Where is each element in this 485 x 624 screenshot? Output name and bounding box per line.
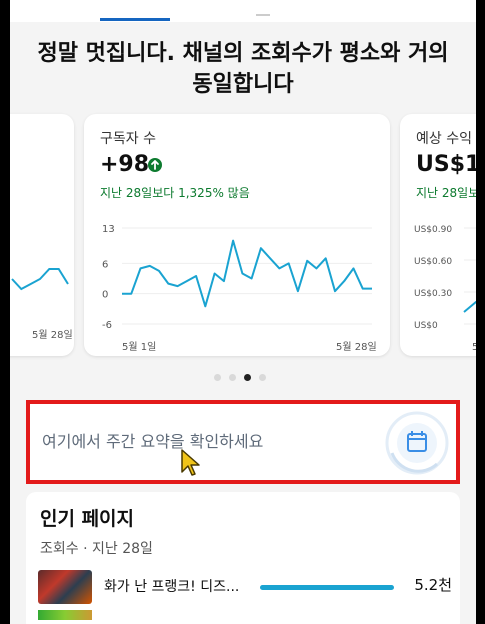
analytics-screen: 정말 멋집니다. 채널의 조회수가 평소와 거의 동일합니다 5월 28일 구독…	[10, 0, 476, 624]
y-tick-label: US$0.30	[414, 289, 452, 299]
subscribers-series-line	[122, 239, 372, 308]
weekly-summary-banner[interactable]: 여기에서 주간 요약을 확인하세요	[26, 400, 460, 484]
pager-dot[interactable]	[259, 374, 266, 381]
tab-marker	[256, 14, 270, 16]
video-thumbnail	[38, 570, 92, 604]
left-card-chart: 5월 28일	[11, 268, 73, 341]
arrow-up-icon	[148, 158, 162, 172]
revenue-change: 지난 28일보	[416, 186, 476, 200]
x-tick-label: 5월 28일	[472, 341, 476, 353]
subscribers-card[interactable]: 구독자 수 +98 지난 28일보다 1,325% 많음 13 6 0 -6 5월 1일…	[84, 114, 390, 356]
subscribers-value: +98	[100, 152, 150, 177]
revenue-value: US$1	[416, 152, 476, 177]
popular-pages-card: 인기 페이지 조회수 · 지난 28일 화가 난 프랭크! 디즈... 5.2천	[26, 492, 460, 624]
x-tick-label: 5월 28일	[336, 341, 377, 353]
subscribers-chart: 13 6 0 -6 5월 1일 5월 28일	[102, 224, 377, 353]
pager-dot[interactable]	[229, 374, 236, 381]
pager-dot[interactable]	[214, 374, 221, 381]
y-tick-label: 0	[102, 290, 108, 301]
top-tab-bar	[10, 0, 476, 22]
y-tick-label: 13	[102, 224, 115, 235]
popular-row-bar	[260, 585, 394, 590]
mouse-cursor-icon	[181, 449, 200, 476]
page-headline: 정말 멋집니다. 채널의 조회수가 평소와 거의 동일합니다	[37, 41, 449, 97]
y-tick-label: 6	[102, 259, 108, 270]
y-tick-label: US$0	[414, 321, 438, 331]
weekly-summary-text: 여기에서 주간 요약을 확인하세요	[42, 432, 264, 451]
popular-pages-subtitle: 조회수 · 지난 28일	[40, 541, 153, 557]
popular-row-title: 화가 난 프랭크! 디즈...	[104, 579, 240, 595]
revenue-chart: US$0.90 US$0.60 US$0.30 US$0 5월 28일	[414, 225, 476, 353]
video-thumbnail-next	[38, 610, 92, 620]
revenue-card[interactable]: 예상 수익 US$1 지난 28일보 US$0.90 US$0.60 US$0.30…	[400, 114, 476, 356]
subscribers-title: 구독자 수	[100, 131, 156, 147]
x-tick-label: 5월 1일	[122, 341, 156, 353]
y-tick-label: -6	[102, 320, 112, 331]
popular-row-value: 5.2천	[414, 576, 452, 594]
left-card-x-label: 5월 28일	[32, 329, 73, 341]
calendar-icon	[385, 411, 449, 475]
y-tick-label: US$0.60	[414, 257, 452, 267]
active-tab-indicator	[100, 18, 170, 21]
subscribers-change: 지난 28일보다 1,325% 많음	[100, 186, 250, 200]
carousel-pager	[10, 374, 476, 382]
revenue-title: 예상 수익	[416, 131, 472, 147]
revenue-series-line	[463, 300, 476, 313]
summary-card-left[interactable]: 5월 28일	[10, 114, 74, 356]
popular-row[interactable]: 화가 난 프랭크! 디즈... 5.2천	[38, 570, 458, 620]
y-tick-label: US$0.90	[414, 225, 452, 235]
popular-pages-title: 인기 페이지	[40, 508, 135, 530]
pager-dot-active[interactable]	[244, 374, 251, 381]
left-card-line	[11, 268, 69, 291]
